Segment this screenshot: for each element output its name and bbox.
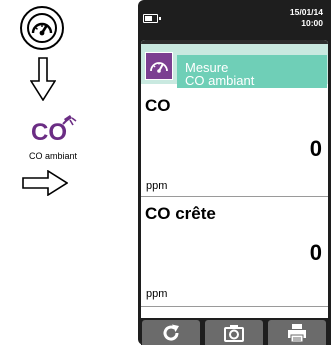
- toolbar: [141, 318, 328, 345]
- refresh-button[interactable]: [142, 320, 200, 345]
- battery-icon: [143, 14, 161, 23]
- status-date: 15/01/14: [289, 7, 323, 17]
- gauge-icon: [31, 22, 53, 36]
- co-icon-text: CO: [31, 119, 67, 145]
- arrow-down-icon: [30, 57, 56, 101]
- instruction-guide: CO CO ambiant: [0, 0, 110, 345]
- camera-icon: [224, 325, 244, 342]
- print-button[interactable]: [268, 320, 326, 345]
- camera-button[interactable]: [205, 320, 263, 345]
- measure-key[interactable]: [20, 6, 64, 50]
- device-frame: 15/01/14 10:00 Mesure CO ambiant CO 0 pp…: [138, 0, 331, 345]
- reading-label: CO crête: [145, 204, 216, 223]
- co-ambient-icon: CO: [30, 113, 80, 146]
- screen-header: Mesure CO ambiant: [141, 40, 328, 88]
- reading-divider: [141, 196, 328, 197]
- reading-divider: [141, 306, 328, 307]
- reading-unit: ppm: [146, 180, 168, 192]
- screen-title-line2: CO ambiant: [185, 73, 255, 88]
- status-time: 10:00: [301, 18, 323, 28]
- reading-co-peak: CO crête 0 ppm: [141, 198, 328, 318]
- refresh-icon: [163, 324, 179, 341]
- reading-co: CO 0 ppm: [141, 88, 328, 194]
- status-bar: 15/01/14 10:00: [138, 0, 331, 38]
- reading-value: 0: [309, 240, 322, 265]
- measurement-screen: Mesure CO ambiant CO 0 ppm CO crête 0 pp…: [141, 40, 328, 318]
- co-ambient-caption: CO ambiant: [28, 151, 78, 161]
- reading-value: 0: [309, 136, 322, 161]
- gauge-icon: [150, 62, 168, 73]
- arrow-right-icon: [22, 170, 68, 196]
- header-icon-box: [145, 52, 173, 80]
- screen-title: Mesure CO ambiant: [177, 55, 327, 88]
- reading-unit: ppm: [146, 288, 168, 300]
- reading-label: CO: [145, 96, 171, 115]
- printer-icon: [288, 324, 306, 343]
